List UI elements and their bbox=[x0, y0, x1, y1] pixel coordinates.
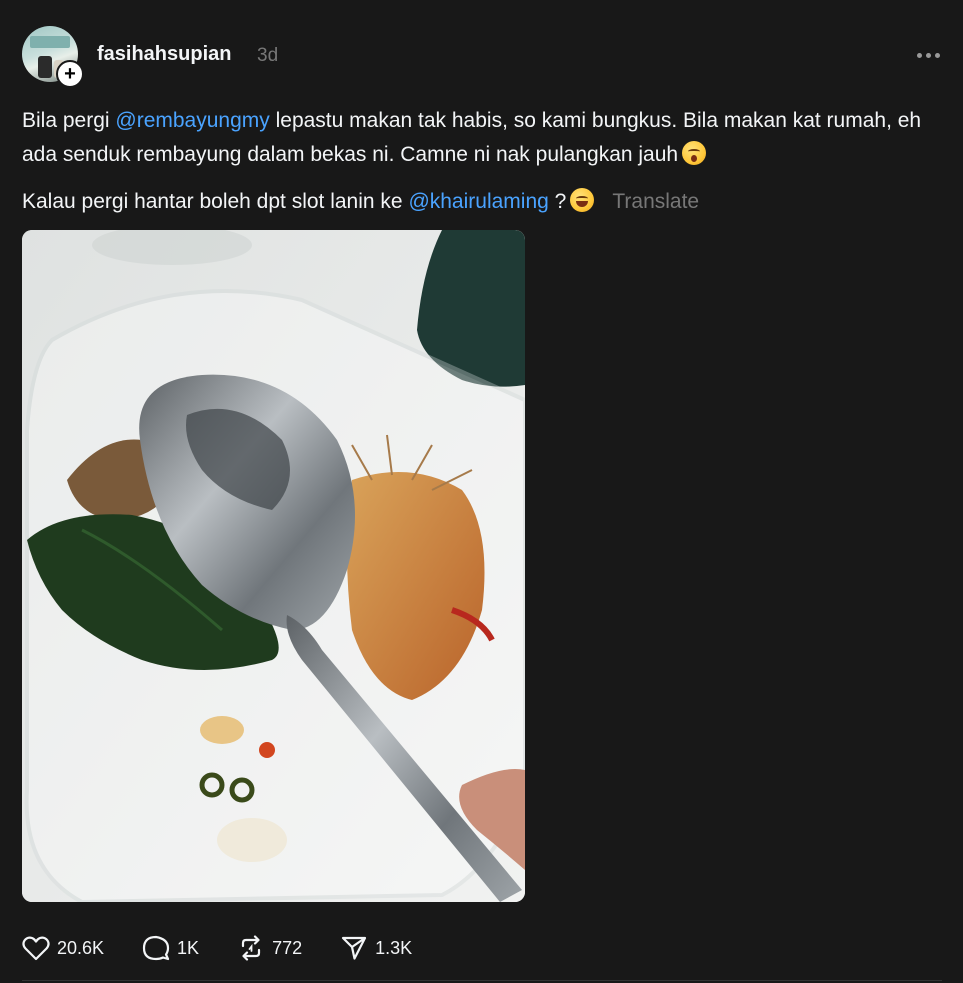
post-username[interactable]: fasihahsupian bbox=[97, 43, 231, 66]
avatar-detail bbox=[30, 36, 70, 48]
repost-arrows-icon bbox=[241, 935, 261, 961]
more-options-icon[interactable] bbox=[917, 53, 940, 58]
dot bbox=[926, 53, 931, 58]
post-photo[interactable] bbox=[22, 230, 525, 902]
mention-link-rembayungmy[interactable]: @rembayungmy bbox=[115, 109, 269, 132]
heart-icon bbox=[22, 936, 50, 961]
food-container-photo bbox=[22, 230, 525, 902]
dot bbox=[935, 53, 940, 58]
caption-text: Bila pergi bbox=[22, 109, 116, 132]
mention-link-khairulaming[interactable]: @khairulaming bbox=[408, 190, 548, 213]
post-actions: 20.6K 1K 772 1.3K bbox=[22, 933, 450, 963]
dot bbox=[917, 53, 922, 58]
translate-button[interactable]: Translate bbox=[612, 190, 699, 213]
caption-text: Kalau pergi hantar boleh dpt slot lanin … bbox=[22, 190, 409, 213]
threads-post: + fasihahsupian 3d Bila pergi @rembayung… bbox=[0, 0, 963, 983]
laughing-face-emoji-icon bbox=[570, 188, 595, 212]
comment-button[interactable]: 1K bbox=[142, 934, 199, 962]
avatar-detail bbox=[38, 56, 52, 78]
comment-count: 1K bbox=[177, 937, 200, 958]
send-paper-plane-icon bbox=[342, 936, 367, 960]
comment-bubble-icon bbox=[142, 935, 170, 961]
share-button[interactable]: 1.3K bbox=[340, 934, 412, 962]
share-count: 1.3K bbox=[375, 937, 413, 958]
repost-button[interactable]: 772 bbox=[237, 934, 302, 962]
post-divider bbox=[22, 980, 942, 981]
post-caption: Bila pergi @rembayungmy lepastu makan ta… bbox=[22, 104, 942, 219]
dizzy-face-emoji-icon bbox=[682, 141, 707, 165]
repost-count: 772 bbox=[272, 937, 303, 958]
like-button[interactable]: 20.6K bbox=[22, 935, 104, 961]
caption-text: ? bbox=[548, 190, 567, 213]
caption-paragraph-2: Kalau pergi hantar boleh dpt slot lanin … bbox=[22, 185, 942, 219]
avatar-container[interactable]: + bbox=[22, 26, 84, 88]
like-count: 20.6K bbox=[57, 937, 105, 958]
follow-plus-icon[interactable]: + bbox=[56, 60, 84, 88]
caption-paragraph-1: Bila pergi @rembayungmy lepastu makan ta… bbox=[22, 104, 942, 172]
post-timestamp[interactable]: 3d bbox=[257, 45, 278, 67]
